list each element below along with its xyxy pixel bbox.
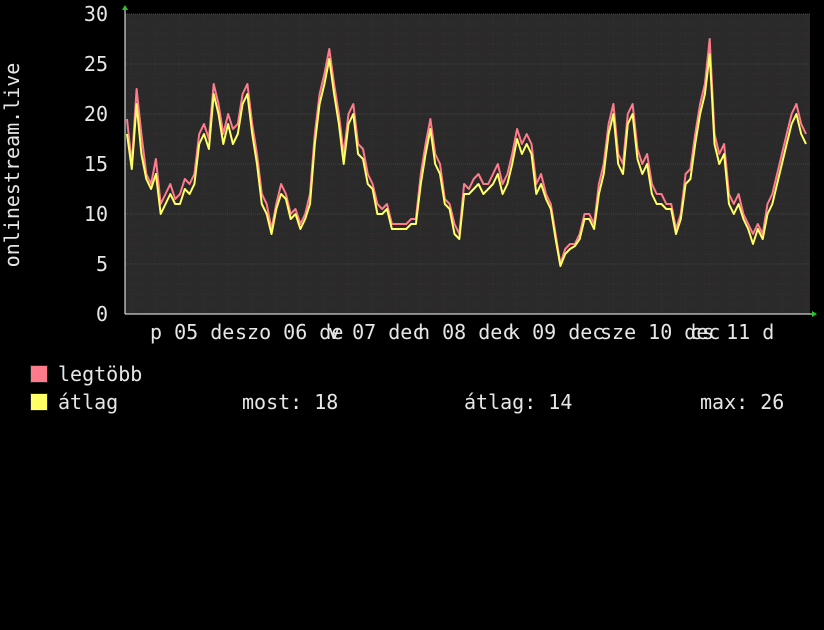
stat-average-label: átlag:	[464, 390, 537, 414]
stat-max-label: max:	[700, 390, 749, 414]
x-axis-arrow	[812, 311, 817, 317]
x-tick-label: cs 11 d	[690, 320, 774, 344]
x-tick-label: k 09 dec	[508, 320, 604, 344]
x-axis-ticks: p 05 de szo 06 dev 07 dech 08 deck 09 dec…	[150, 320, 774, 344]
legend-swatch-atlag	[30, 393, 48, 411]
x-tick-label: v 07 dec	[328, 320, 424, 344]
legend-label-atlag: átlag	[58, 390, 119, 414]
x-tick-label: p 05 de	[150, 320, 234, 344]
stat-max: max: 26	[700, 390, 784, 414]
y-axis-ticks: 0 5 10 15 20 25 30	[84, 2, 108, 326]
stat-average: átlag: 14	[464, 390, 572, 414]
stat-current-label: most:	[242, 390, 303, 414]
legend-label-legtobb: legtöbb	[58, 362, 143, 386]
stat-average-value: 14	[548, 390, 573, 414]
y-tick-label: 25	[84, 52, 108, 76]
x-tick-label: h 08 dec	[418, 320, 514, 344]
y-axis-arrow	[122, 5, 128, 10]
legend-item-atlag: átlag most: 18 átlag: 14 max: 26	[30, 390, 810, 414]
legend-swatch-legtobb	[30, 365, 48, 383]
y-tick-label: 10	[84, 202, 108, 226]
y-tick-label: 5	[96, 252, 108, 276]
stat-current-value: 18	[314, 390, 339, 414]
stat-current: most: 18	[242, 390, 338, 414]
y-tick-label: 20	[84, 102, 108, 126]
y-tick-label: 15	[84, 152, 108, 176]
legend-item-legtobb: legtöbb	[30, 362, 142, 386]
stat-max-value: 26	[760, 390, 785, 414]
y-tick-label: 0	[96, 302, 108, 326]
chart: 0 5 10 15 20 25 30 p 05 de szo 06 de v 07 dec h 0…	[0, 0, 824, 430]
y-axis-label: onlinestream.live	[0, 63, 24, 268]
y-tick-label: 30	[84, 2, 108, 26]
